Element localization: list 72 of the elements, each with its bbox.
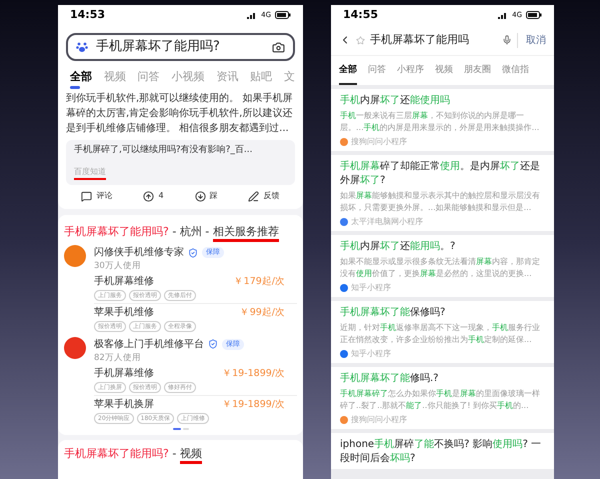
tab[interactable]: 朋友圈 (464, 60, 491, 84)
search-query: 手机屏幕坏了能用吗? (96, 38, 221, 56)
tab[interactable]: 视频 (435, 60, 453, 84)
result-snippet: 手机屏幕碎了怎么办如果你手机是屏幕的里面像玻璃一样碎了..裂了..那就不能了..你只能换了! 到你买手机的... (340, 388, 541, 412)
service-price: ￥99起/次 (240, 306, 285, 319)
action-button[interactable]: 反馈 (248, 190, 280, 202)
service-price: ￥19-1899/次 (222, 366, 285, 380)
arrow-up-icon (143, 190, 154, 202)
result-snippet: 如果不能显示或显示很多条纹无法看清屏幕内容，那肯定没有使用价值了，更换屏幕是必然的，这里说的更换... (340, 256, 541, 280)
result-title: 手机屏幕坏了能修吗.? (340, 372, 440, 386)
result-card[interactable]: 手机屏幕碎了却能正常使用。是内屏坏了还是外屏坏了? 如果屏幕能够触摸和显示表示其中的触控层和显示层没有损坏，只需要更换外屏。...如果能够触摸和显示但是... 太平洋电脑网小程序 (331, 154, 554, 230)
signal-icon (247, 12, 258, 18)
tab[interactable]: 小程序 (397, 60, 424, 84)
result-card[interactable]: iphone手机屏碎了能不换吗? 影响使用吗? 一段时间后会坏吗? (331, 432, 554, 468)
source-title: 手机屏碎了,可以继续用吗?有没有影响?_百... (74, 144, 254, 156)
tab[interactable]: 全部 (70, 69, 92, 90)
signal-icon (498, 12, 508, 18)
service-name[interactable]: 苹果手机换屏 (94, 398, 154, 410)
user-count: 82万人使用 (94, 352, 142, 364)
service-price: ￥19-1899/次 (222, 398, 285, 410)
card-title[interactable]: 手机屏幕坏了能用吗? - 视频 (64, 444, 202, 464)
result-title: 手机屏幕碎了却能正常使用。是内屏坏了还是外屏坏了? (340, 160, 541, 188)
answer-snippet: 到你玩手机软件,那就可以继续使用的。 如果手机屏幕碎的太厉害,肯定会影响你玩手机软件,所以建议还是到手机维修店铺修理。 相信很多朋友都遇到过... (66, 92, 294, 136)
shield-icon (188, 248, 198, 258)
source-name: 搜狗问问小程序 (351, 414, 407, 426)
battery-icon (526, 11, 542, 19)
source-card[interactable]: 手机屏碎了,可以继续用吗?有没有影响?_百... 百度知道 (66, 140, 295, 185)
cancel-button[interactable]: 取消 (517, 32, 546, 48)
comment-icon (81, 190, 92, 202)
shield-icon (208, 339, 218, 350)
paw-icon (76, 41, 88, 53)
pager-icon (172, 428, 188, 430)
result-card[interactable]: 手机内屏坏了还能使用吗 手机一般来说有三层屏幕，不知到你说的内屏是哪一层。...手机的内屏是用来显示的，外屏是用来触摸操作... 搜狗问问小程序 (331, 88, 554, 150)
tab[interactable]: 全部 (339, 60, 357, 84)
pen-icon (248, 190, 260, 202)
search-field[interactable]: 手机屏幕坏了能用吗? (66, 33, 295, 61)
service-price: ￥179起/次 (234, 274, 285, 288)
camera-icon[interactable] (272, 40, 285, 54)
search-query: 手机屏幕坏了能用吗 (370, 32, 470, 48)
service-name[interactable]: 手机屏幕维修 (94, 274, 154, 288)
result-snippet: 手机一般来说有三层屏幕，不知到你说的内屏是哪一层。...手机的内屏是用来显示的，外屏是用来触摸操作... (340, 110, 540, 134)
provider-name[interactable]: 闪修侠手机维修专家 (94, 245, 184, 260)
result-card[interactable]: 手机屏幕坏了能保修吗? 近期，针对手机返修率居高不下这一现象，手机服务行业正在悄然改变，许多企业纷纷推出为手机定制的延保... 知乎小程序 (331, 300, 554, 362)
mic-icon[interactable] (502, 35, 512, 45)
user-count: 30万人使用 (94, 260, 142, 273)
status-time: 14:53 (70, 6, 106, 23)
source-name: 太平洋电脑网小程序 (351, 216, 423, 228)
result-snippet: 近期，针对手机返修率居高不下这一现象，手机服务行业正在悄然改变，许多企业纷纷推出为手机定制的延保... (340, 322, 541, 346)
service-name[interactable]: 手机屏幕维修 (94, 366, 154, 380)
status-time: 14:55 (343, 6, 378, 23)
card-title[interactable]: 手机屏幕坏了能用吗? - 杭州 - 相关服务推荐 (64, 223, 279, 242)
tab[interactable]: 微信指 (502, 60, 529, 84)
action-button[interactable]: 踩 (194, 190, 218, 202)
battery-icon (275, 11, 291, 19)
source-name: 知乎小程序 (351, 282, 391, 294)
result-title: 手机内屏坏了还能用吗。? (340, 240, 456, 254)
result-title: 手机屏幕坏了能保修吗? (340, 306, 446, 320)
source-name: 知乎小程序 (351, 348, 391, 360)
arrow-down-icon (194, 190, 206, 202)
action-button[interactable]: 4 (143, 190, 164, 202)
result-card[interactable]: 手机内屏坏了还能用吗。? 如果不能显示或显示很多条纹无法看清屏幕内容，那肯定没有使用价值了，更换屏幕是必然的，这里说的更换... 知乎小程序 (331, 234, 554, 296)
star-icon[interactable] (356, 36, 365, 44)
action-button[interactable]: 评论 (81, 190, 112, 202)
tab[interactable]: 问答 (368, 60, 386, 84)
source-name: 搜狗问问小程序 (351, 136, 407, 148)
result-title: 手机内屏坏了还能使用吗 (340, 94, 451, 108)
service-name[interactable]: 苹果手机维修 (94, 306, 154, 319)
provider-name[interactable]: 极客修上门手机维修平台 (94, 336, 204, 352)
result-card[interactable]: 手机屏幕坏了能修吗.? 手机屏幕碎了怎么办如果你手机是屏幕的里面像玻璃一样碎了..裂了..那就不能了..你只能换了! 到你买手机的... 搜狗问问小程序 (331, 366, 554, 428)
source-name: 百度知道 (74, 166, 106, 180)
result-title: iphone手机屏碎了能不换吗? 影响使用吗? 一段时间后会坏吗? (340, 438, 542, 466)
result-snippet: 如果屏幕能够触摸和显示表示其中的触控层和显示层没有损坏，只需要更换外屏。...如果能够触摸和显示但是... (340, 190, 541, 214)
